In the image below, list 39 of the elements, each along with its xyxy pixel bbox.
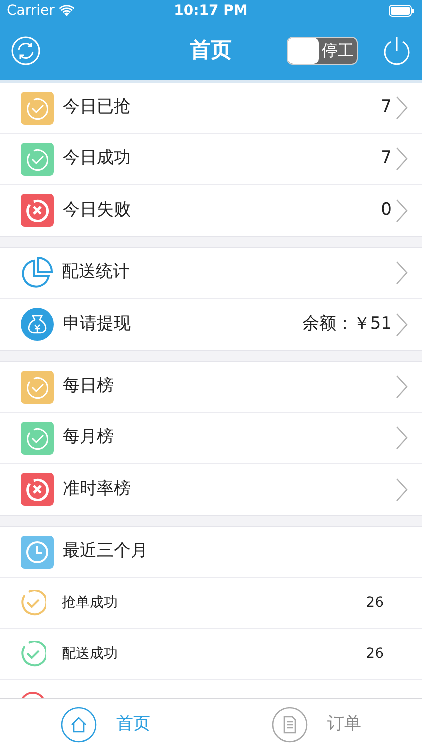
stat-value: 26 — [366, 594, 384, 612]
battery-icon — [389, 5, 415, 17]
home-icon — [60, 706, 96, 742]
clock-label: 10:17 PM — [173, 2, 249, 20]
clock-icon — [21, 536, 54, 568]
menu-row[interactable]: 每日榜 — [0, 362, 422, 413]
document-icon — [272, 706, 308, 742]
row-value: 0 — [381, 198, 392, 222]
stat-label: 配送成功 — [62, 644, 119, 664]
chevron-icon — [396, 261, 408, 285]
tab-item[interactable]: 订单 — [211, 699, 422, 750]
refresh-icon[interactable] — [11, 36, 41, 66]
page-title: 首页 — [189, 37, 233, 64]
wifi-icon — [58, 5, 75, 17]
menu-row[interactable]: 配送统计 — [0, 248, 422, 299]
pie-chart-icon — [21, 257, 53, 289]
power-icon[interactable] — [383, 36, 411, 66]
stop-work-toggle[interactable]: 停工 — [287, 37, 358, 65]
chevron-icon — [396, 375, 408, 399]
chevron-icon — [396, 96, 408, 120]
menu-row[interactable]: 今日已抢 7 — [0, 83, 422, 134]
menu-row[interactable]: 今日失败 0 — [0, 185, 422, 236]
carrier-label: Carrier — [7, 2, 55, 20]
stat-label: 抢单成功 — [62, 594, 119, 612]
chevron-icon — [396, 198, 408, 222]
stat-value: 26 — [366, 644, 384, 664]
row-value: 7 — [381, 147, 392, 170]
chevron-icon — [396, 478, 408, 502]
chevron-icon — [396, 312, 408, 336]
menu-row[interactable]: 申请提现 余额：￥51 — [0, 299, 422, 350]
money-bag-icon — [21, 308, 54, 341]
chevron-icon — [396, 147, 408, 171]
row-value: 7 — [381, 96, 392, 120]
menu-row[interactable]: 准时率榜 — [0, 464, 422, 515]
chevron-icon — [396, 426, 408, 450]
menu-row[interactable]: 今日成功 7 — [0, 134, 422, 185]
row-value: 余额：￥51 — [302, 312, 392, 336]
menu-row[interactable]: 每月榜 — [0, 413, 422, 464]
section-title: 最近三个月 — [63, 540, 148, 564]
